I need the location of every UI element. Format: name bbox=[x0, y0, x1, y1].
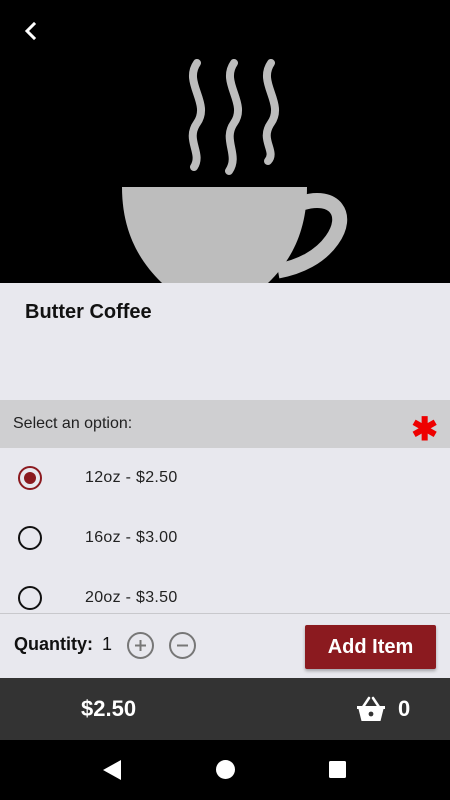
product-hero-image bbox=[0, 0, 450, 283]
minus-icon bbox=[177, 644, 188, 647]
triangle-back-icon[interactable] bbox=[102, 759, 122, 781]
required-asterisk-icon: ✱ bbox=[411, 411, 438, 447]
coffee-cup-icon bbox=[122, 59, 348, 283]
cart-button[interactable] bbox=[356, 696, 386, 727]
product-info: Butter Coffee bbox=[0, 283, 450, 400]
cart-count: 0 bbox=[398, 696, 411, 721]
radio-selected-icon[interactable] bbox=[18, 466, 42, 490]
option-20oz[interactable]: 20oz - $3.50 bbox=[0, 568, 450, 613]
product-title: Butter Coffee bbox=[25, 301, 152, 323]
quantity-value: 1 bbox=[102, 634, 113, 654]
radio-unselected-icon[interactable] bbox=[18, 526, 42, 550]
chevron-left-icon bbox=[24, 21, 37, 41]
option-header-label: Select an option: bbox=[13, 415, 133, 432]
basket-icon bbox=[357, 696, 385, 721]
option-list: 12oz - $2.50 16oz - $3.00 20oz - $3.50 bbox=[0, 448, 450, 613]
option-label: 16oz - $3.00 bbox=[85, 529, 178, 546]
quantity-decrease-button[interactable] bbox=[169, 632, 196, 659]
radio-unselected-icon[interactable] bbox=[18, 586, 42, 610]
cart-total: $2.50 bbox=[81, 696, 137, 721]
option-header: Select an option: ✱ bbox=[0, 400, 450, 448]
quantity-label: Quantity: bbox=[14, 634, 93, 654]
option-label: 12oz - $2.50 bbox=[85, 469, 178, 486]
option-12oz[interactable]: 12oz - $2.50 bbox=[0, 448, 450, 508]
quantity-increase-button[interactable] bbox=[127, 632, 154, 659]
system-nav-bar bbox=[0, 740, 450, 800]
cart-bar: $2.50 0 bbox=[0, 678, 450, 740]
add-item-button[interactable]: Add Item bbox=[305, 625, 436, 669]
option-16oz[interactable]: 16oz - $3.00 bbox=[0, 508, 450, 568]
plus-icon bbox=[135, 640, 146, 651]
quantity-bar: Quantity: 1 Add Item bbox=[0, 613, 450, 678]
option-label: 20oz - $3.50 bbox=[85, 589, 178, 606]
circle-home-icon[interactable] bbox=[215, 759, 236, 780]
square-recents-icon[interactable] bbox=[328, 760, 347, 779]
back-button[interactable] bbox=[14, 14, 48, 48]
